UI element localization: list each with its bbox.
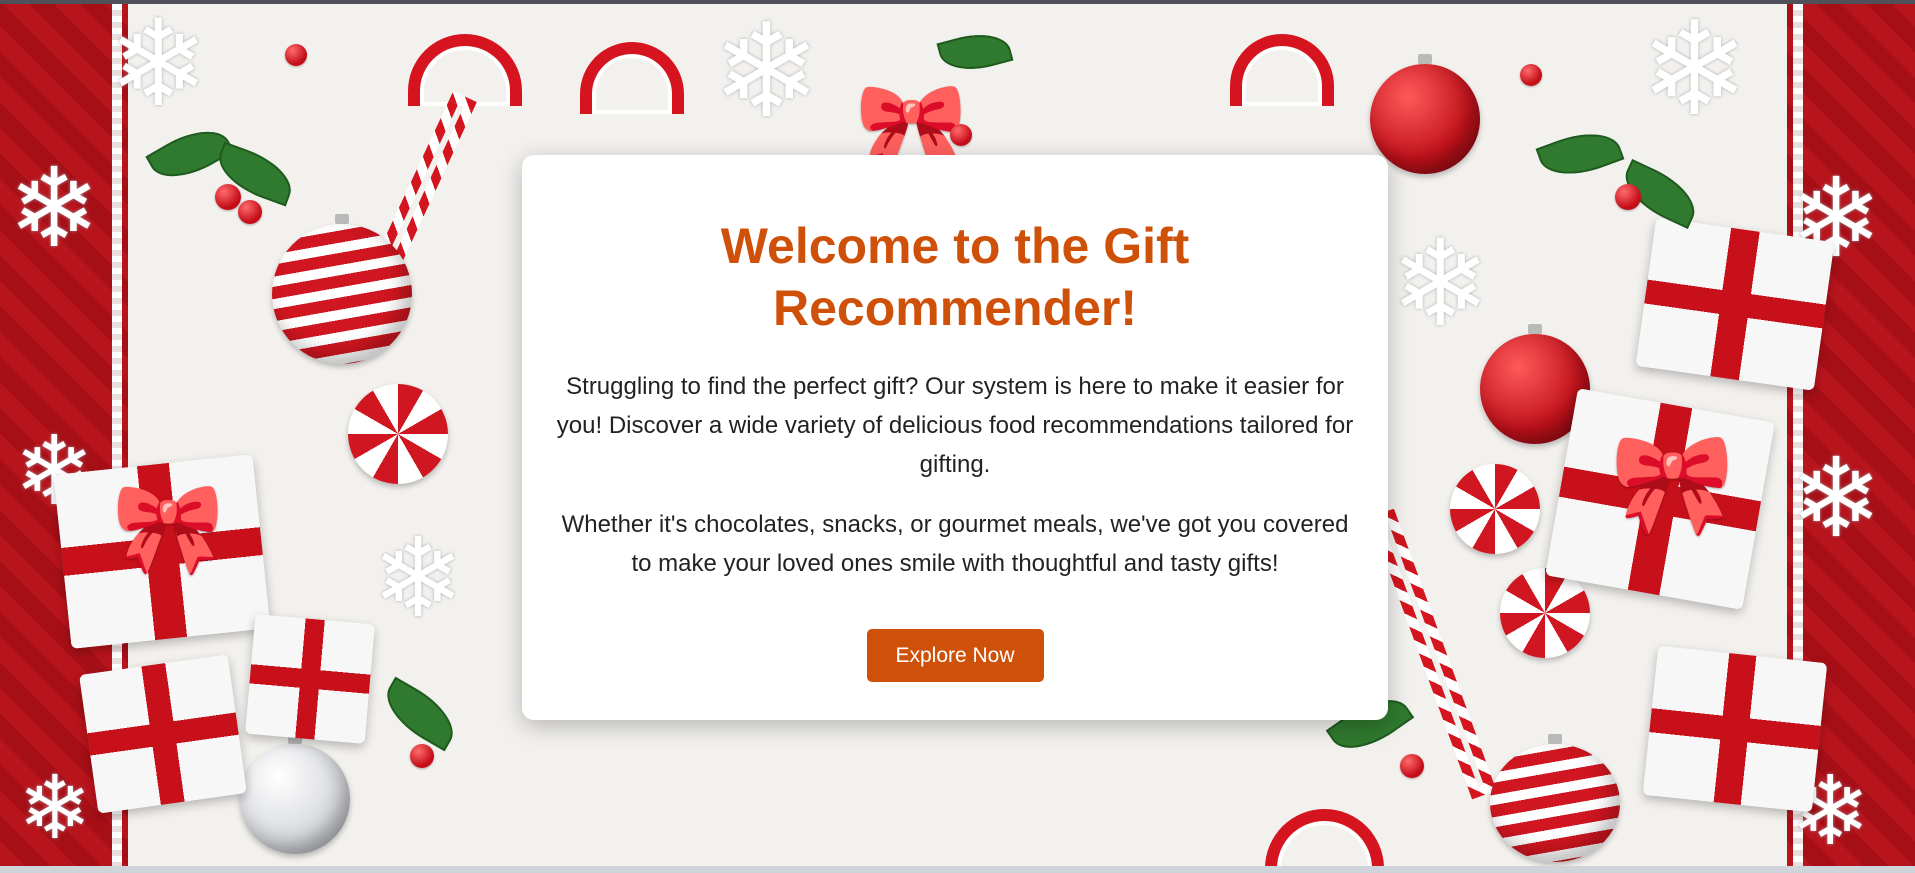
candy-cane-icon [1265,809,1384,866]
gift-box-icon [1635,217,1835,391]
snowflake-icon: ❄ [1790,437,1883,560]
berry-icon [238,200,262,224]
holly-icon [1535,121,1625,187]
candy-cane-icon [580,42,684,114]
snowflake-icon: ❄ [8,147,101,270]
snowflake-icon: ❄ [712,4,821,144]
candy-cane-icon [1369,508,1497,800]
gift-box-icon [1642,645,1828,813]
gift-box-icon [244,613,376,745]
ornament-icon [1370,54,1480,174]
ornament-icon [1490,734,1620,862]
holly-icon [375,676,465,752]
holly-icon [936,25,1014,79]
details-paragraph: Whether it's chocolates, snacks, or gour… [561,511,1349,577]
berry-icon [410,744,434,768]
berry-icon [1615,184,1641,210]
snowflake-icon: ❄ [18,758,92,857]
gift-box-icon [78,654,248,814]
peppermint-icon [348,384,448,484]
berry-icon [1400,754,1424,778]
bow-icon: 🎀 [112,479,225,579]
berry-icon [215,184,241,210]
berry-icon [285,44,307,66]
snowflake-icon: ❄ [372,517,465,640]
snowflake-icon: ❄ [1640,4,1749,142]
berry-icon [950,124,972,146]
snowflake-icon: ❄ [108,4,209,131]
window-bottom-strip [0,866,1915,873]
explore-now-button[interactable]: Explore Now [866,629,1044,682]
ornament-icon [272,214,412,364]
berry-icon [1520,64,1542,86]
candy-cane-icon [1230,34,1334,106]
welcome-card: Welcome to the Gift Recommender! Struggl… [522,155,1388,720]
candy-cane-icon [408,34,522,106]
peppermint-icon [1500,568,1590,658]
peppermint-icon [1450,464,1540,554]
page-title: Welcome to the Gift Recommender! [720,218,1190,336]
bow-icon: 🎀 [1610,428,1735,540]
snowflake-icon: ❄ [1390,217,1491,351]
ornament-icon [240,734,350,854]
intro-paragraph: Struggling to find the perfect gift? Our… [556,373,1354,478]
